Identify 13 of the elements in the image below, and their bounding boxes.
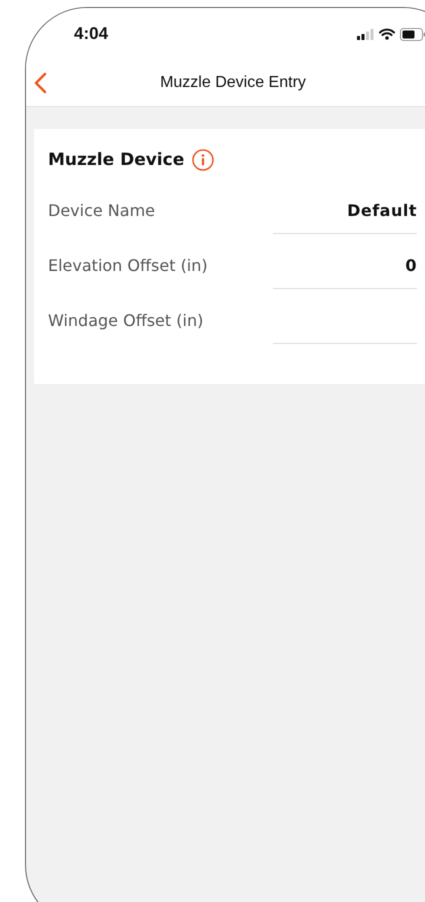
field-label: Elevation Offset (in)	[48, 256, 208, 275]
signal-icon	[357, 28, 374, 40]
wifi-icon	[379, 28, 395, 40]
back-chevron-icon	[34, 72, 47, 94]
battery-icon	[400, 28, 425, 40]
field-label: Device Name	[48, 201, 156, 220]
input-field[interactable]: 0	[273, 242, 417, 289]
input-field[interactable]: Default	[273, 187, 417, 234]
card-title: Muzzle Device	[48, 150, 184, 170]
screen-title: Muzzle Device Entry	[159, 74, 307, 92]
status-time: 4:04	[74, 24, 108, 44]
info-icon[interactable]	[192, 149, 214, 171]
field-label: Windage Offset (in)	[48, 311, 204, 330]
